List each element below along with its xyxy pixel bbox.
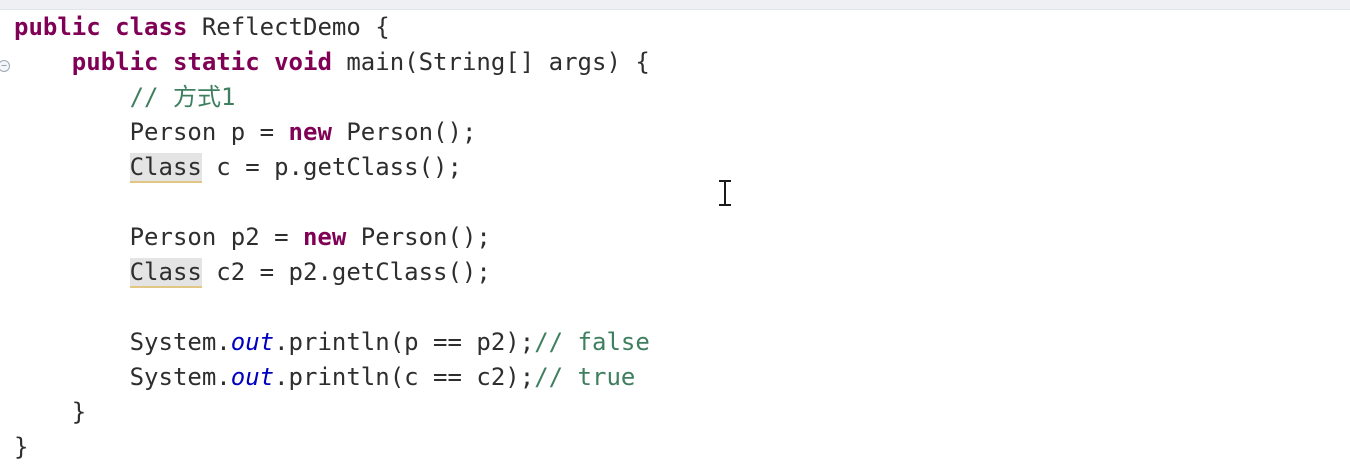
code-token: ReflectDemo { (187, 13, 390, 41)
code-line[interactable]: Person p2 = new Person(); (14, 220, 650, 255)
code-token: } (14, 433, 29, 461)
code-token: Person(); (346, 223, 491, 251)
text-cursor-icon (718, 178, 732, 208)
code-line[interactable]: } (14, 430, 650, 465)
highlighted-occurrence-token: Class (129, 153, 202, 183)
code-token: .println(c == c2); (274, 363, 535, 391)
code-line[interactable]: } (14, 395, 650, 430)
code-line[interactable]: System.out.println(c == c2);// true (14, 360, 650, 395)
code-token: System. (14, 363, 231, 391)
code-token: Person p = (14, 118, 289, 146)
code-line[interactable]: public static void main(String[] args) { (14, 45, 650, 80)
code-line[interactable]: // 方式1 (14, 80, 650, 115)
keyword-token: void (274, 48, 332, 76)
highlighted-occurrence-token: Class (129, 258, 202, 288)
editor-top-strip (0, 0, 1350, 10)
code-token: c2 = p2.getClass(); (201, 258, 491, 286)
keyword-token: public (71, 48, 159, 76)
code-token: } (14, 398, 87, 426)
editor-gutter: − (0, 10, 12, 470)
code-token: Person(); (331, 118, 477, 146)
code-line[interactable]: public class ReflectDemo { (14, 10, 650, 45)
code-line[interactable] (14, 185, 650, 220)
keyword-token: public (14, 13, 101, 41)
keyword-token: static (172, 48, 260, 76)
code-token: Person p2 = (14, 223, 303, 251)
keyword-token: new (302, 223, 347, 251)
fold-collapse-icon[interactable]: − (0, 60, 10, 72)
code-token: .println(p == p2); (274, 328, 535, 356)
comment-token: // true (534, 363, 636, 391)
code-line[interactable]: System.out.println(p == p2);// false (14, 325, 650, 360)
keyword-token: class (115, 13, 188, 41)
code-line[interactable]: Class c = p.getClass(); (14, 150, 650, 185)
comment-token: // false (534, 328, 650, 356)
comment-token: // 方式1 (129, 83, 236, 111)
field-token: out (230, 328, 275, 356)
field-token: out (230, 363, 275, 391)
code-line[interactable]: Class c2 = p2.getClass(); (14, 255, 650, 290)
code-line[interactable] (14, 290, 650, 325)
code-editor[interactable]: − public class ReflectDemo { public stat… (0, 0, 1350, 470)
code-line[interactable]: Person p = new Person(); (14, 115, 650, 150)
code-token: main(String[] args) { (331, 48, 650, 76)
code-area[interactable]: public class ReflectDemo { public static… (14, 10, 650, 465)
code-token: System. (14, 328, 231, 356)
code-token: c = p.getClass(); (201, 153, 462, 181)
keyword-token: new (288, 118, 332, 146)
